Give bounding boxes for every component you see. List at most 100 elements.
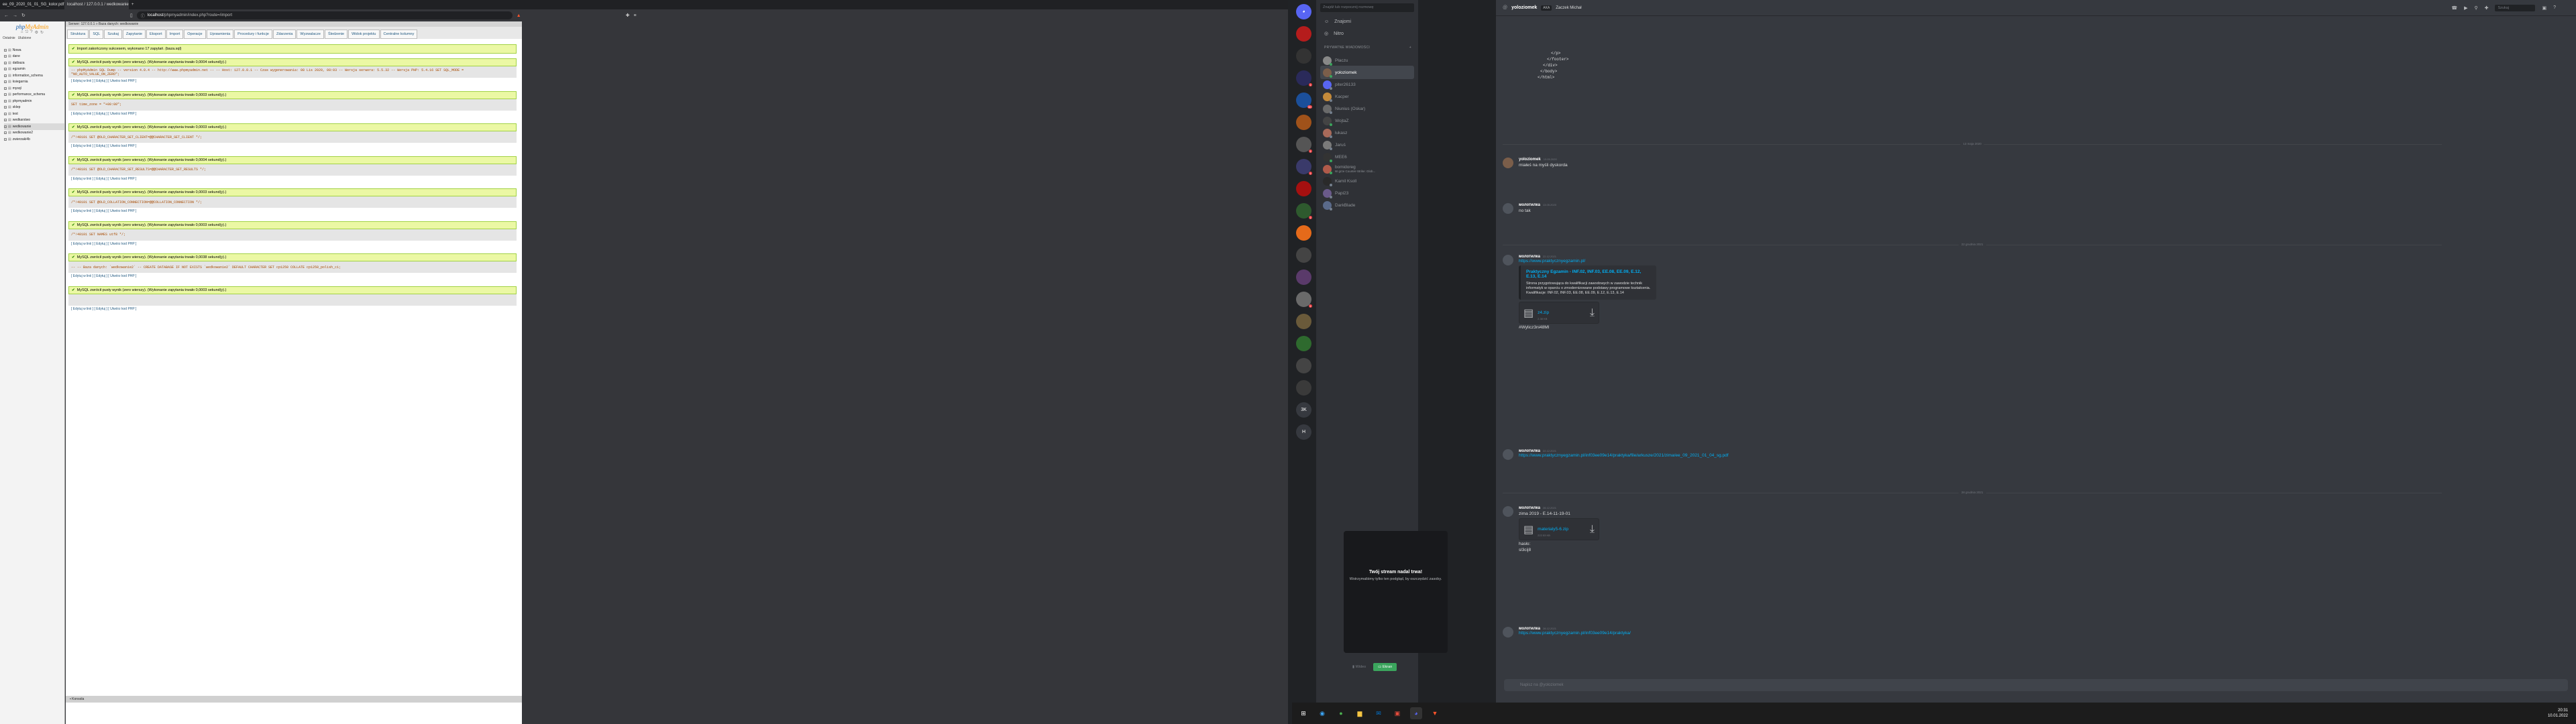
pma-tab[interactable]: Struktura xyxy=(67,29,89,39)
server-icon[interactable] xyxy=(1296,115,1311,130)
message-link[interactable]: https://www.praktycznyegzamin.pl/inf03ee… xyxy=(1519,453,1729,458)
dm-item[interactable]: Jaruś xyxy=(1320,138,1414,152)
system-clock[interactable]: 20:31 10.01.2022 xyxy=(2548,708,2576,719)
expand-icon[interactable]: + xyxy=(4,137,7,141)
pma-tab[interactable]: Zdarzenia xyxy=(272,29,297,39)
video-button[interactable]: ▮ Wideo xyxy=(1348,663,1371,671)
pma-tab[interactable]: Procedury i funkcje xyxy=(234,29,272,39)
nav-nitro[interactable]: ◎ Nitro xyxy=(1320,29,1414,38)
chat-search-input[interactable]: Szukaj xyxy=(2495,4,2536,11)
expand-icon[interactable]: + xyxy=(4,86,7,90)
db-item[interactable]: + ▤ egzamin xyxy=(4,66,64,73)
query-actions[interactable]: [ Edytuj w linii ] [ Edytuj ] [ Utwórz k… xyxy=(68,176,517,182)
file-name[interactable]: z4.zip xyxy=(1538,310,1549,315)
new-tab-button[interactable]: + xyxy=(129,0,138,9)
dm-item[interactable]: yoloziomek xyxy=(1320,66,1414,79)
server-icon[interactable]: H xyxy=(1296,424,1311,440)
pma-tab[interactable]: Operacje xyxy=(184,29,206,39)
dm-item[interactable]: WojtaZ xyxy=(1320,114,1414,127)
message-link[interactable]: https://www.praktycznyegzamin.pl/ xyxy=(1519,259,1656,263)
pma-tab[interactable]: Import xyxy=(166,29,184,39)
edge-icon[interactable]: ◉ xyxy=(1316,707,1328,719)
download-icon[interactable]: ⤓ xyxy=(1590,307,1595,319)
dm-item[interactable]: Niunius (Oskar) xyxy=(1320,102,1414,115)
pma-tab[interactable]: Śledzenie xyxy=(324,29,348,39)
extensions-icon[interactable]: ✚ xyxy=(626,13,630,18)
expand-icon[interactable]: + xyxy=(4,61,7,64)
brave-shield-icon[interactable]: ▲ xyxy=(517,13,521,18)
db-item[interactable]: + ▤ sklep xyxy=(4,105,64,111)
mail-icon[interactable]: ✉ xyxy=(1373,707,1385,719)
avatar[interactable] xyxy=(1503,158,1513,168)
avatar[interactable] xyxy=(1503,449,1513,460)
start-icon[interactable]: ⊞ xyxy=(1297,707,1309,719)
dm-item[interactable]: MEE6 xyxy=(1320,150,1414,164)
office-icon[interactable]: ▣ xyxy=(1391,707,1403,719)
server-icon[interactable] xyxy=(1296,380,1311,396)
logout-icon[interactable]: ⎋ xyxy=(25,30,29,35)
expand-icon[interactable]: + xyxy=(4,119,7,122)
server-icon[interactable] xyxy=(1296,225,1311,241)
dm-item[interactable]: DarkBlade xyxy=(1320,198,1414,212)
pma-tab[interactable]: SQL xyxy=(89,29,104,39)
expand-icon[interactable]: + xyxy=(4,48,7,52)
avatar[interactable] xyxy=(1503,203,1513,214)
reload-icon[interactable]: ↻ xyxy=(21,13,25,18)
nav-friends[interactable]: ☺ Znajomi xyxy=(1320,17,1414,26)
db-item[interactable]: + ▤ wedkowanie2 xyxy=(4,130,64,137)
dm-item[interactable]: piter26133 xyxy=(1320,78,1414,91)
expand-icon[interactable]: + xyxy=(4,68,7,71)
server-icon[interactable]: 1 xyxy=(1296,159,1312,175)
message-link[interactable]: https://www.praktycznyegzamin.pl/inf03ee… xyxy=(1519,631,1631,636)
server-icon[interactable] xyxy=(1296,314,1311,329)
tab-pdf[interactable]: ee_09_2020_01_01_SG_kolor.pdf× xyxy=(0,0,64,9)
query-actions[interactable]: [ Edytuj w linii ] [ Edytuj ] [ Utwórz k… xyxy=(68,111,517,117)
dm-item[interactable]: Płaczu xyxy=(1320,54,1414,67)
add-dm-icon[interactable]: + xyxy=(1409,46,1411,50)
db-item[interactable]: + ▤ performance_schema xyxy=(4,92,64,99)
query-actions[interactable]: [ Edytuj w linii ] [ Edytuj ] [ Utwórz k… xyxy=(68,306,517,312)
db-item[interactable]: + ▤ ksiegarnia xyxy=(4,79,64,86)
expand-icon[interactable]: + xyxy=(4,125,7,128)
db-item[interactable]: + ▤ wedkarstwo xyxy=(4,117,64,124)
message-input[interactable]: Napisz na @yoloziomek xyxy=(1504,679,2568,691)
download-icon[interactable]: ⤓ xyxy=(1590,524,1595,536)
db-item[interactable]: + ▤ dane xyxy=(4,54,64,60)
dm-search-input[interactable]: Znajdź lub rozpocznij rozmowę xyxy=(1320,3,1414,12)
docs-icon[interactable]: ? xyxy=(30,30,32,35)
dm-item[interactable]: łukasz xyxy=(1320,126,1414,139)
pin-icon[interactable]: ⚲ xyxy=(2474,5,2477,11)
folder-icon[interactable]: ▆ xyxy=(1354,707,1366,719)
screen-button[interactable]: ▭ Ekran xyxy=(1373,663,1397,671)
server-icon[interactable] xyxy=(1296,269,1311,285)
avatar[interactable] xyxy=(1503,506,1513,517)
expand-icon[interactable]: + xyxy=(4,112,7,115)
dm-item[interactable]: bomidoreg W grze Counter-Strike: Glob... xyxy=(1320,162,1414,176)
embed-title[interactable]: Praktyczny Egzamin - INF.02, INF.03, EE.… xyxy=(1526,269,1651,279)
call-icon[interactable]: ☎ xyxy=(2451,5,2457,11)
server-icon[interactable] xyxy=(1296,336,1311,351)
server-icon[interactable] xyxy=(1296,247,1311,263)
expand-icon[interactable]: + xyxy=(4,74,7,77)
query-actions[interactable]: [ Edytuj w linii ] [ Edytuj ] [ Utwórz k… xyxy=(68,208,517,215)
settings-icon[interactable]: ⚙ xyxy=(35,30,38,35)
expand-icon[interactable]: + xyxy=(4,106,7,109)
menu-icon[interactable]: ≡ xyxy=(634,13,637,18)
query-actions[interactable]: [ Edytuj w linii ] [ Edytuj ] [ Utwórz k… xyxy=(68,143,517,149)
pma-tab[interactable]: Wyzwalacze xyxy=(297,29,324,39)
reload-icon[interactable]: ↻ xyxy=(40,30,44,35)
query-actions[interactable]: [ Edytuj w linii ] [ Edytuj ] [ Utwórz k… xyxy=(68,78,517,84)
favorites-link[interactable]: Ulubione xyxy=(18,36,32,40)
brave-task-icon[interactable]: ▼ xyxy=(1429,707,1441,719)
query-actions[interactable]: [ Edytuj w linii ] [ Edytuj ] [ Utwórz k… xyxy=(68,273,517,280)
db-item[interactable]: + ▤ datbaza xyxy=(4,60,64,66)
pma-tab[interactable]: Zapytanie xyxy=(122,29,146,39)
db-item[interactable]: + ▤ test xyxy=(4,111,64,117)
inbox-icon[interactable]: ▣ xyxy=(2542,5,2546,11)
bookmark-icon[interactable]: ▯ xyxy=(130,13,133,18)
db-item[interactable]: + ▤ wedkowanie xyxy=(4,123,64,130)
db-item[interactable]: + ▤ zwierzaki4b xyxy=(4,136,64,143)
server-icon[interactable] xyxy=(1296,26,1311,42)
server-icon[interactable] xyxy=(1296,358,1311,373)
add-friend-icon[interactable]: ✚ xyxy=(2485,5,2489,11)
